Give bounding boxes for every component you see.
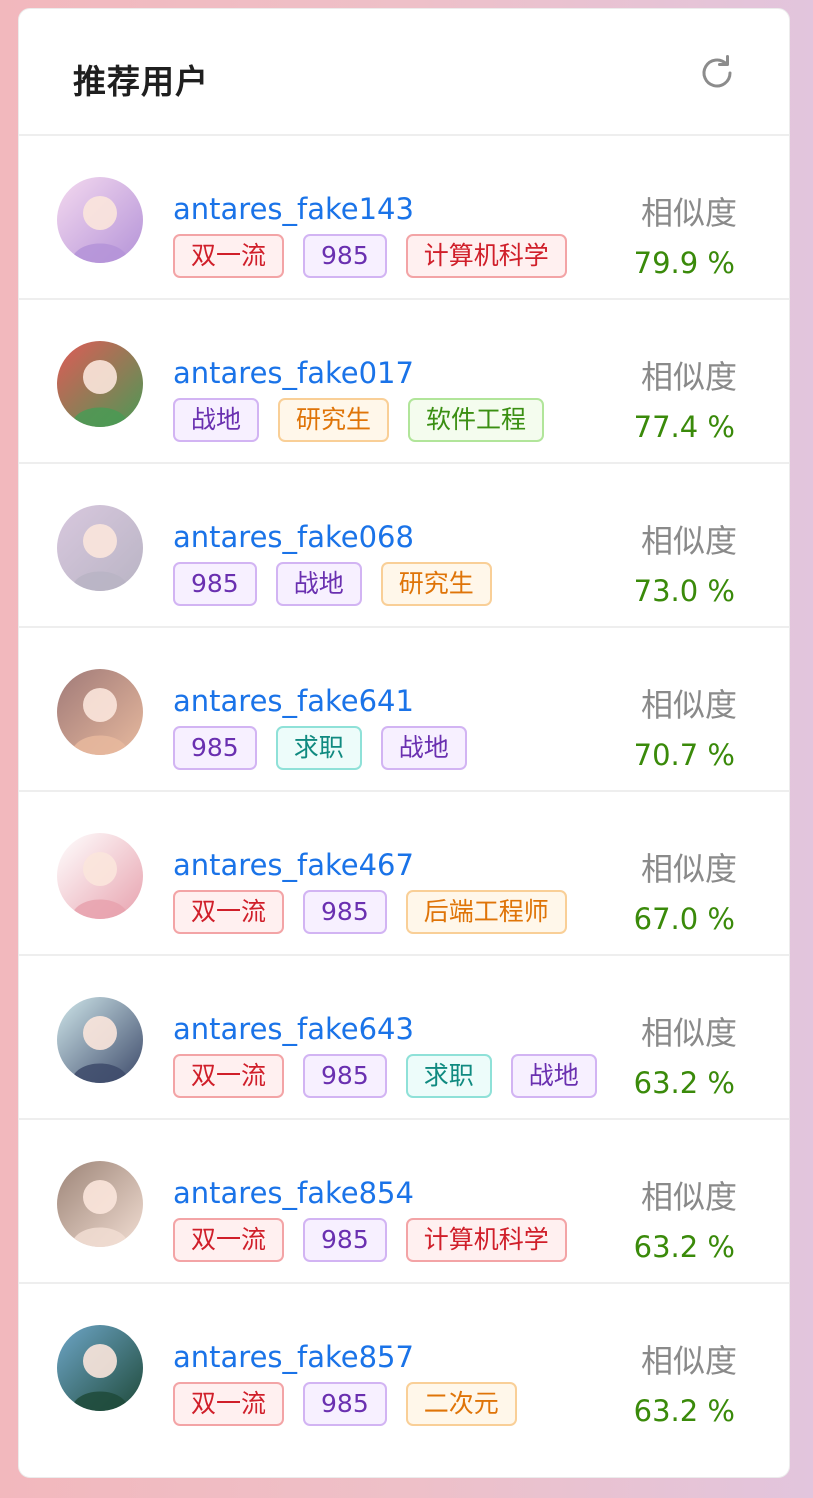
user-tag: 985 — [303, 1382, 387, 1426]
similarity-value: 67.0 % — [633, 902, 735, 936]
username-link[interactable]: antares_fake854 — [173, 1176, 414, 1210]
user-tag: 二次元 — [405, 1382, 517, 1426]
avatar-icon[interactable] — [57, 505, 143, 591]
user-row: antares_fake467 双一流 985 后端工程师 相似度 67.0 % — [19, 792, 789, 956]
user-tag: 研究生 — [278, 398, 390, 442]
user-tag: 985 — [303, 890, 387, 934]
user-tag: 战地 — [275, 562, 362, 606]
avatar-icon[interactable] — [57, 177, 143, 263]
similarity-label: 相似度 — [640, 1014, 737, 1052]
user-tag: 软件工程 — [408, 398, 545, 442]
user-row: antares_fake068 985 战地 研究生 相似度 73.0 % — [19, 464, 789, 628]
tag-list: 双一流 985 后端工程师 — [173, 890, 567, 934]
user-tag: 双一流 — [173, 234, 285, 278]
similarity-label: 相似度 — [640, 686, 737, 724]
user-tag: 985 — [303, 1218, 387, 1262]
user-tag: 求职 — [275, 726, 362, 770]
similarity-label: 相似度 — [640, 358, 737, 396]
user-tag: 双一流 — [173, 1382, 285, 1426]
avatar-icon[interactable] — [57, 341, 143, 427]
user-row: antares_fake143 双一流 985 计算机科学 相似度 79.9 % — [19, 136, 789, 300]
user-tag: 985 — [303, 1054, 387, 1098]
user-tag: 双一流 — [173, 1054, 285, 1098]
avatar-icon[interactable] — [57, 669, 143, 755]
username-link[interactable]: antares_fake467 — [173, 848, 414, 882]
user-row: antares_fake854 双一流 985 计算机科学 相似度 63.2 % — [19, 1120, 789, 1284]
username-link[interactable]: antares_fake641 — [173, 684, 414, 718]
tag-list: 双一流 985 求职 战地 — [173, 1054, 597, 1098]
similarity-value: 70.7 % — [633, 738, 735, 772]
avatar-icon[interactable] — [57, 833, 143, 919]
tag-list: 双一流 985 二次元 — [173, 1382, 517, 1426]
user-tag: 战地 — [173, 398, 260, 442]
user-tag: 后端工程师 — [405, 890, 567, 934]
avatar-icon[interactable] — [57, 1161, 143, 1247]
card-header: 推荐用户 — [19, 9, 789, 136]
tag-list: 战地 研究生 软件工程 — [173, 398, 545, 442]
user-row: antares_fake641 985 求职 战地 相似度 70.7 % — [19, 628, 789, 792]
user-tag: 计算机科学 — [405, 234, 567, 278]
recommended-users-card: 推荐用户 antares_fake143 双一流 985 计算机科学 相似度 79.9 %… — [18, 8, 790, 1478]
similarity-value: 63.2 % — [633, 1066, 735, 1100]
user-tag: 求职 — [405, 1054, 492, 1098]
user-tag: 研究生 — [380, 562, 492, 606]
user-tag: 985 — [173, 562, 257, 606]
user-tag: 双一流 — [173, 1218, 285, 1262]
username-link[interactable]: antares_fake017 — [173, 356, 414, 390]
card-title: 推荐用户 — [73, 62, 209, 101]
username-link[interactable]: antares_fake643 — [173, 1012, 414, 1046]
username-link[interactable]: antares_fake143 — [173, 192, 414, 226]
username-link[interactable]: antares_fake068 — [173, 520, 414, 554]
similarity-label: 相似度 — [640, 194, 737, 232]
similarity-label: 相似度 — [640, 850, 737, 888]
user-tag: 985 — [173, 726, 257, 770]
user-row: antares_fake017 战地 研究生 软件工程 相似度 77.4 % — [19, 300, 789, 464]
similarity-value: 73.0 % — [633, 574, 735, 608]
avatar-icon[interactable] — [57, 997, 143, 1083]
user-row: antares_fake857 双一流 985 二次元 相似度 63.2 % — [19, 1284, 789, 1446]
similarity-label: 相似度 — [640, 522, 737, 560]
user-tag: 双一流 — [173, 890, 285, 934]
similarity-value: 77.4 % — [633, 410, 735, 444]
user-tag: 战地 — [380, 726, 467, 770]
user-row: antares_fake643 双一流 985 求职 战地 相似度 63.2 % — [19, 956, 789, 1120]
refresh-icon[interactable] — [697, 53, 737, 93]
user-list: antares_fake143 双一流 985 计算机科学 相似度 79.9 % antar… — [19, 136, 789, 1446]
user-tag: 985 — [303, 234, 387, 278]
similarity-value: 63.2 % — [633, 1394, 735, 1428]
username-link[interactable]: antares_fake857 — [173, 1340, 414, 1374]
tag-list: 双一流 985 计算机科学 — [173, 234, 567, 278]
avatar-icon[interactable] — [57, 1325, 143, 1411]
similarity-value: 63.2 % — [633, 1230, 735, 1264]
user-tag: 战地 — [510, 1054, 597, 1098]
tag-list: 985 求职 战地 — [173, 726, 467, 770]
similarity-label: 相似度 — [640, 1342, 737, 1380]
tag-list: 双一流 985 计算机科学 — [173, 1218, 567, 1262]
user-tag: 计算机科学 — [405, 1218, 567, 1262]
similarity-value: 79.9 % — [633, 246, 735, 280]
tag-list: 985 战地 研究生 — [173, 562, 492, 606]
similarity-label: 相似度 — [640, 1178, 737, 1216]
